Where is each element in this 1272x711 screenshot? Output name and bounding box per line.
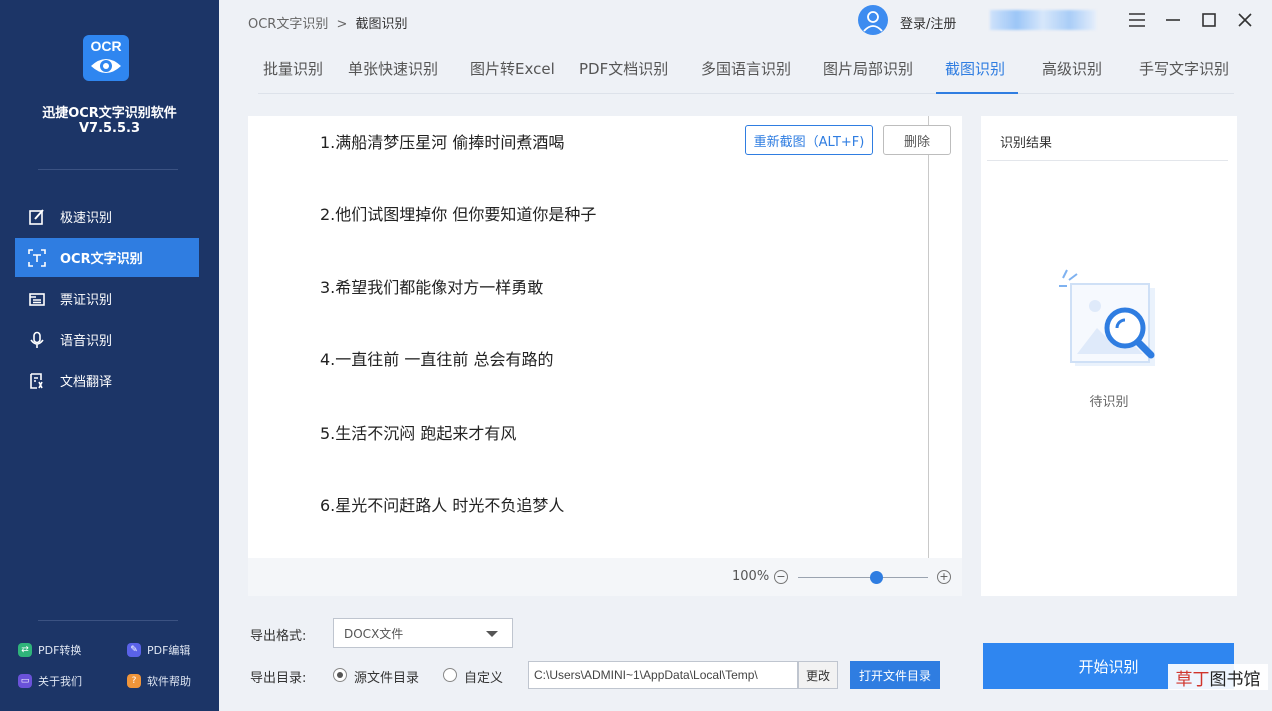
delete-button[interactable]: 删除 — [883, 125, 951, 155]
watermark-part: 草丁 — [1175, 669, 1210, 690]
breadcrumb-separator: > — [336, 17, 348, 32]
sidebar-item-label: 文档翻译 — [60, 375, 113, 390]
tab-image-to-excel[interactable]: 图片转Excel — [470, 58, 555, 79]
microphone-icon — [26, 329, 48, 351]
image-edge-line — [928, 116, 929, 558]
radio-source-dir-label: 源文件目录 — [354, 671, 420, 686]
zoom-slider[interactable] — [798, 577, 928, 578]
login-register-link[interactable]: 登录/注册 — [900, 13, 956, 32]
tab-single-quick[interactable]: 单张快速识别 — [348, 58, 438, 79]
footer-label: 关于我们 — [38, 675, 82, 688]
footer-about[interactable]: ▭ 关于我们 — [18, 673, 82, 689]
eye-icon — [91, 59, 121, 73]
image-text-line: 2.他们试图埋掉你 但你要知道你是种子 — [320, 205, 597, 224]
help-icon: ? — [127, 674, 141, 688]
maximize-icon[interactable] — [1199, 10, 1219, 30]
result-panel: 识别结果 待识别 — [981, 116, 1237, 596]
radio-custom-dir[interactable] — [443, 668, 457, 682]
app-version: V7.5.5.3 — [78, 121, 141, 136]
sidebar-item-label: 语音识别 — [60, 334, 113, 349]
footer-label: 软件帮助 — [147, 675, 191, 688]
zoom-out-icon[interactable]: − — [774, 570, 788, 584]
breadcrumb-current: 截图识别 — [355, 17, 408, 32]
about-icon: ▭ — [18, 674, 32, 688]
image-text-line: 3.希望我们都能像对方一样勇敢 — [320, 278, 544, 297]
footer-label: PDF编辑 — [147, 644, 191, 657]
close-icon[interactable] — [1235, 10, 1255, 30]
pending-image-search-icon — [1059, 269, 1155, 366]
open-folder-button[interactable]: 打开文件目录 — [850, 661, 940, 689]
translate-icon — [26, 370, 48, 392]
tab-batch[interactable]: 批量识别 — [263, 58, 323, 79]
export-path-field[interactable]: C:\Users\ADMINI~1\AppData\Local\Temp\ — [528, 661, 798, 689]
user-icon — [863, 11, 883, 32]
tab-image-partial[interactable]: 图片局部识别 — [823, 58, 913, 79]
footer-pdf-edit[interactable]: ✎ PDF编辑 — [127, 642, 190, 658]
image-text-line: 6.星光不问赶路人 时光不负追梦人 — [320, 496, 565, 515]
sidebar-item-label: 票证识别 — [60, 293, 113, 308]
avatar[interactable] — [858, 5, 888, 35]
result-status: 待识别 — [1089, 395, 1129, 410]
recapture-button[interactable]: 重新截图（ALT+F) — [745, 125, 873, 155]
tab-bar: 批量识别 单张快速识别 图片转Excel PDF文档识别 多国语言识别 图片局部… — [258, 48, 1234, 94]
export-dir-label: 导出目录: — [250, 671, 307, 686]
tab-pdf[interactable]: PDF文档识别 — [579, 58, 668, 79]
change-path-button[interactable]: 更改 — [798, 661, 838, 689]
id-card-icon — [26, 288, 48, 310]
watermark-part: 图书馆 — [1209, 669, 1261, 690]
scan-icon — [26, 247, 48, 269]
export-format-select[interactable]: DOCX文件 — [333, 618, 513, 648]
chevron-down-icon — [486, 631, 498, 637]
result-title: 识别结果 — [1000, 136, 1053, 151]
breadcrumb: OCR文字识别 > 截图识别 — [248, 13, 408, 32]
zoom-bar: 100% − + — [248, 558, 962, 596]
tab-screenshot[interactable]: 截图识别 — [945, 58, 1005, 79]
export-format-value: DOCX文件 — [344, 626, 404, 641]
sidebar-divider — [38, 169, 178, 170]
sidebar-item-ticket[interactable]: 票证识别 — [15, 279, 199, 318]
image-text-line: 4.一直往前 一直往前 总会有路的 — [320, 350, 554, 369]
zoom-level: 100% — [732, 569, 770, 584]
sidebar-item-fast-recognition[interactable]: 极速识别 — [15, 197, 199, 236]
tab-advanced[interactable]: 高级识别 — [1042, 58, 1102, 79]
sidebar-item-label: 极速识别 — [60, 211, 113, 226]
footer-label: PDF转换 — [38, 644, 82, 657]
sidebar: OCR 迅捷OCR文字识别软件 V7.5.5.3 极速识别 OCR文字识别 票证… — [0, 0, 219, 711]
sidebar-item-voice[interactable]: 语音识别 — [15, 320, 199, 359]
sidebar-divider — [38, 620, 178, 621]
footer-help[interactable]: ? 软件帮助 — [127, 673, 191, 689]
sidebar-item-translate[interactable]: 文档翻译 — [15, 361, 199, 400]
radio-source-dir[interactable] — [333, 668, 347, 682]
tab-multi-language[interactable]: 多国语言识别 — [701, 58, 791, 79]
active-tab-indicator — [936, 92, 1018, 94]
zoom-slider-thumb[interactable] — [869, 571, 883, 584]
sidebar-item-label: OCR文字识别 — [60, 252, 143, 267]
pdf-convert-icon: ⇄ — [18, 643, 32, 657]
image-preview-panel: 1.满船清梦压星河 偷捧时间煮酒喝 2.他们试图埋掉你 但你要知道你是种子 3.… — [248, 116, 962, 596]
radio-custom-dir-label: 自定义 — [464, 671, 504, 686]
minimize-icon[interactable] — [1163, 10, 1183, 30]
export-format-label: 导出格式: — [250, 629, 307, 644]
sidebar-item-ocr[interactable]: OCR文字识别 — [15, 238, 199, 277]
pdf-edit-icon: ✎ — [127, 643, 141, 657]
tab-handwriting[interactable]: 手写文字识别 — [1139, 58, 1229, 79]
watermark: 草丁 图书馆 — [1168, 664, 1268, 690]
blurred-user-name — [990, 10, 1096, 30]
image-text-line: 5.生活不沉闷 跑起来才有风 — [320, 424, 517, 443]
menu-icon[interactable] — [1127, 10, 1147, 30]
app-logo: OCR — [83, 35, 129, 81]
breadcrumb-parent[interactable]: OCR文字识别 — [248, 17, 328, 32]
zoom-in-icon[interactable]: + — [937, 570, 951, 584]
footer-pdf-convert[interactable]: ⇄ PDF转换 — [18, 642, 81, 658]
image-text-line: 1.满船清梦压星河 偷捧时间煮酒喝 — [320, 133, 565, 152]
app-name: 迅捷OCR文字识别软件 — [42, 106, 177, 121]
edit-icon — [26, 206, 48, 228]
result-divider — [987, 160, 1228, 161]
